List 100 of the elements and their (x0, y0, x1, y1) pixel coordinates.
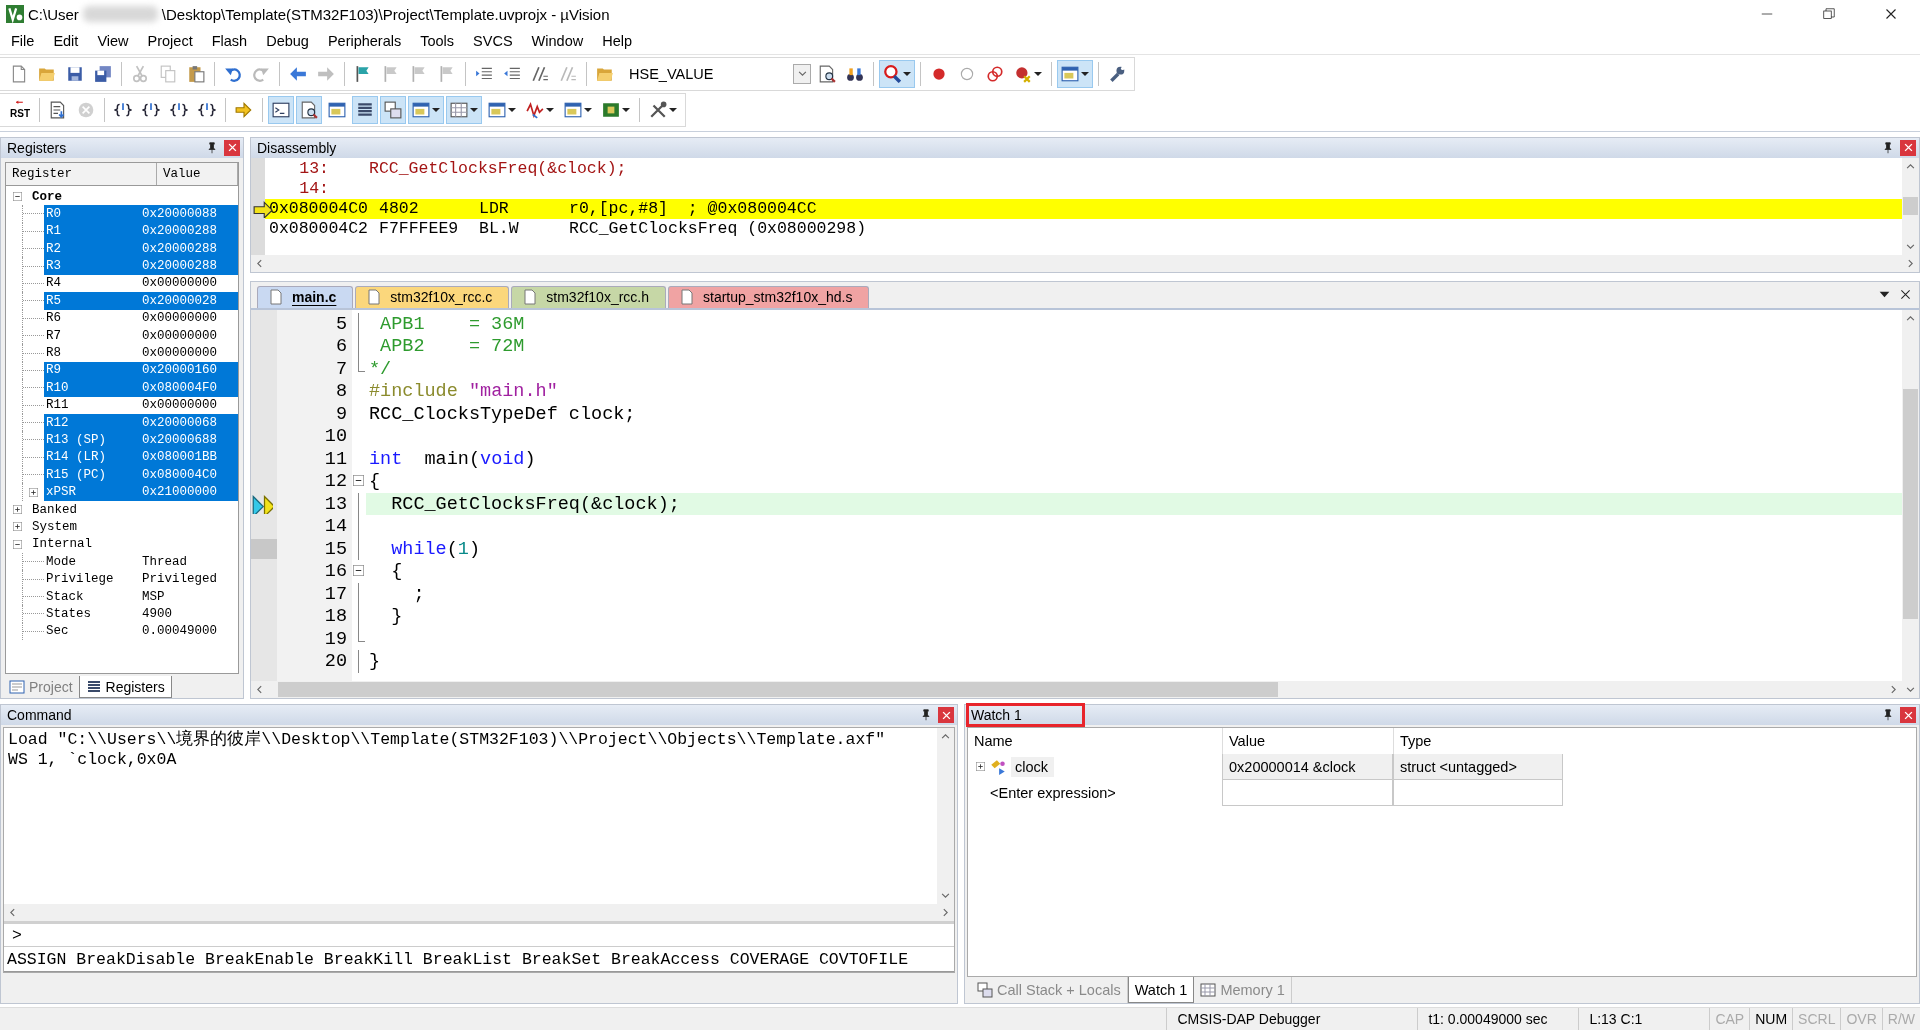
menu-item[interactable]: Project (138, 29, 203, 52)
menu-item[interactable]: Peripherals (318, 29, 412, 52)
column-header[interactable]: Register (6, 162, 157, 185)
terminal-button[interactable] (268, 95, 294, 124)
tree-item[interactable]: Banked (30, 502, 77, 517)
windows-button[interactable] (380, 95, 406, 124)
register-row[interactable]: R2 0x20000288 (44, 240, 238, 258)
window-button[interactable] (1057, 59, 1093, 88)
close-icon (1885, 8, 1897, 20)
caret-icon (508, 107, 516, 112)
scrollbar[interactable] (1902, 309, 1919, 699)
menu-item[interactable]: Debug (257, 29, 319, 52)
menu-item[interactable]: Tools (411, 29, 465, 52)
register-row[interactable]: R5 0x20000028 (44, 292, 238, 310)
register-row[interactable]: R15 (PC) 0x080004C0 (44, 466, 238, 484)
register-row[interactable]: States 4900 (44, 605, 238, 623)
code-line: int main(void) (368, 447, 537, 471)
register-row[interactable]: R0 0x20000088 (44, 205, 238, 223)
file-tab[interactable]: main.c (257, 285, 354, 308)
register-value: 4900 (142, 606, 172, 621)
output-line: Load "C:\\Users\\境界的彼岸\\Desktop\\Template(STM32F103)\\Project\\Objects\\Template.axf" (8, 730, 887, 751)
register-row[interactable]: R8 0x00000000 (44, 344, 238, 362)
scrollbar[interactable] (251, 254, 1919, 272)
register-name: R11 (45, 398, 70, 413)
list-button[interactable] (352, 95, 378, 124)
window-button[interactable] (408, 95, 444, 124)
register-row[interactable]: Sec 0.00049000 (44, 622, 238, 640)
register-row[interactable]: Mode Thread (44, 553, 238, 571)
line-number: 17 (323, 582, 348, 606)
register-row[interactable]: R7 0x00000000 (44, 326, 238, 345)
output-line: WS 1, `clock,0x0A (8, 750, 178, 771)
register-name: R15 (PC) (45, 467, 107, 482)
line-number: 14 (323, 515, 348, 538)
document-search-button[interactable] (296, 95, 322, 124)
braces-icon (142, 100, 160, 119)
register-row[interactable]: xPSR 0x21000000 (44, 483, 238, 501)
column-header[interactable]: Value (157, 162, 238, 185)
close-button[interactable] (224, 139, 240, 156)
file-tab[interactable]: stm32f10x_rcc.c (355, 285, 510, 308)
column-header[interactable]: Name (968, 728, 1222, 755)
scrollbar[interactable] (1902, 157, 1919, 255)
line-number: 9 (334, 402, 348, 426)
register-value: MSP (142, 589, 165, 604)
menu-item[interactable]: Help (593, 29, 642, 52)
scrollbar-thumb[interactable] (278, 682, 1278, 698)
caret-icon (470, 107, 478, 112)
line-number: 13 (323, 492, 348, 516)
window-icon (488, 100, 506, 119)
register-row[interactable]: R12 0x20000068 (44, 413, 238, 432)
scrollbar[interactable] (251, 681, 1902, 699)
panel-tab[interactable]: Watch 1 (1127, 977, 1195, 1004)
magnifier-button[interactable] (879, 59, 915, 88)
register-row[interactable]: R3 0x20000288 (44, 257, 238, 275)
tree-item[interactable]: System (30, 519, 77, 534)
close-button[interactable] (938, 707, 954, 724)
register-row[interactable]: R11 0x00000000 (44, 396, 238, 414)
panel-tab[interactable]: Project (3, 676, 79, 699)
menu-item[interactable]: File (2, 29, 45, 52)
tree-item[interactable]: Internal (30, 537, 92, 552)
register-row[interactable]: R4 0x00000000 (44, 274, 238, 293)
menu-item[interactable]: View (88, 29, 139, 52)
scrollbar-thumb[interactable] (1903, 388, 1918, 619)
menu-item[interactable]: Edit (44, 29, 89, 52)
expression-entry[interactable]: <Enter expression> (976, 782, 1122, 803)
grid-button[interactable] (446, 95, 482, 124)
register-name: R12 (45, 415, 70, 430)
register-row[interactable]: R10 0x080004F0 (44, 379, 238, 397)
dropdown-button[interactable] (793, 63, 811, 84)
save-all-icon (94, 64, 112, 83)
chip-icon (602, 100, 620, 119)
close-button[interactable] (1900, 139, 1916, 156)
menu-item[interactable]: SVCS (464, 29, 523, 52)
close-icon[interactable] (1900, 289, 1911, 301)
menu-item[interactable]: Window (522, 29, 594, 52)
scrollbar[interactable] (4, 904, 954, 922)
slashes-icon (559, 64, 577, 83)
scrollbar-thumb[interactable] (1903, 197, 1918, 216)
register-row[interactable]: R13 (SP) 0x20000688 (44, 431, 238, 449)
register-row[interactable]: Privilege Privileged (44, 570, 238, 588)
reset-button[interactable]: RST (6, 95, 34, 124)
panel-tab[interactable]: Registers (78, 676, 172, 699)
close-button[interactable] (1900, 707, 1916, 724)
watch-name[interactable]: clock (1011, 756, 1055, 777)
line-number: 5 (334, 312, 348, 336)
status-indicator: R/W (1881, 1008, 1920, 1030)
scrollbar[interactable] (937, 728, 954, 905)
register-value: 0.00049000 (142, 624, 217, 639)
register-row[interactable]: R9 0x20000160 (44, 361, 238, 380)
file-tab[interactable]: startup_stm32f10x_hd.s (668, 285, 870, 308)
code-line: APB2 = 72M (379, 335, 526, 358)
status-text: CMSIS-DAP Debugger (1166, 1008, 1418, 1030)
windows-icon (384, 100, 402, 119)
file-icon (268, 289, 284, 306)
tree-item[interactable]: Core (30, 189, 62, 204)
register-row[interactable]: Stack MSP (44, 587, 238, 606)
menu-item[interactable]: Flash (202, 29, 258, 52)
file-tab[interactable]: stm32f10x_rcc.h (511, 285, 666, 308)
register-row[interactable]: R6 0x00000000 (44, 309, 238, 327)
register-name: xPSR (45, 485, 77, 500)
breakpoint-cross-icon (1014, 64, 1032, 83)
